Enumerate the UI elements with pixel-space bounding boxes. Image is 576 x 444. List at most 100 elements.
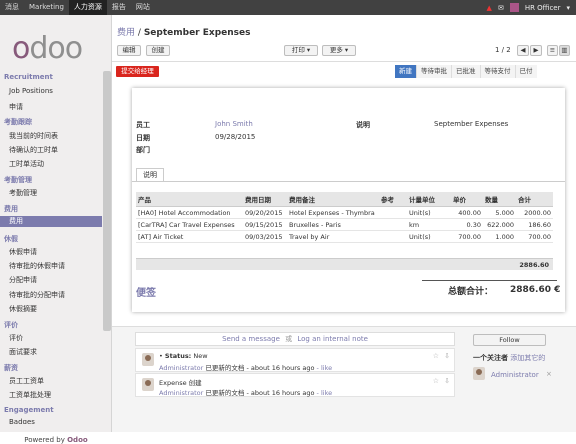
inbox-icon[interactable]: ⇩ xyxy=(444,377,450,385)
sidebar-item-expenses[interactable]: 费用 xyxy=(0,216,102,227)
menu-messages[interactable]: 消息 xyxy=(0,0,24,15)
author-link[interactable]: Administrator xyxy=(159,364,203,372)
section-appraisal: 评价 xyxy=(4,321,18,329)
print-button[interactable]: 打印 ▾ xyxy=(284,45,318,56)
inbox-icon[interactable]: ⇩ xyxy=(444,352,450,360)
add-followers-link[interactable]: 添加其它的 xyxy=(510,354,545,362)
sidebar-item-interview-requests[interactable]: 面试要求 xyxy=(9,347,37,357)
cell-date: 09/20/2015 xyxy=(243,206,287,219)
author-link[interactable]: Administrator xyxy=(159,389,203,397)
sidebar-item-timesheets-to-validate[interactable]: 待确认的工时单 xyxy=(9,145,58,155)
cell-note: Travel by Air xyxy=(287,230,379,243)
menu-hr[interactable]: 人力资源 xyxy=(68,0,107,15)
date-field[interactable]: 09/28/2015 xyxy=(215,133,255,141)
form-view-button[interactable]: ▥ xyxy=(559,45,570,56)
log-note-link[interactable]: Log an internal note xyxy=(297,335,368,343)
sidebar: odoo Recruitment Job Positions 申请 考勤跟踪 我… xyxy=(0,15,112,444)
follower-name[interactable]: Administrator xyxy=(491,371,539,379)
section-leaves: 休假 xyxy=(4,235,18,243)
cell-unit-price: 400.00 xyxy=(451,206,483,219)
sidebar-item-payslip-batches[interactable]: 工资单批处理 xyxy=(9,390,51,400)
message-meta: Administrator 已更新的文档 - about 16 hours ag… xyxy=(159,362,332,372)
create-button[interactable]: 创建 xyxy=(146,45,170,56)
chevron-down-icon: ▾ xyxy=(566,3,570,12)
sidebar-item-leaves-to-approve[interactable]: 待审批的休假申请 xyxy=(9,261,65,271)
section-expenses: 费用 xyxy=(4,205,18,213)
sidebar-item-leave-requests[interactable]: 休假申请 xyxy=(9,247,37,257)
sidebar-item-leaves-summary[interactable]: 休假摘要 xyxy=(9,304,37,314)
follow-button[interactable]: Follow xyxy=(473,334,546,346)
author-avatar[interactable] xyxy=(142,378,154,391)
table-row[interactable]: [CarTRA] Car Travel Expenses 09/15/2015 … xyxy=(136,218,553,231)
col-unit-price: 单价 xyxy=(451,192,483,207)
chat-icon[interactable]: ✉ xyxy=(498,4,504,12)
table-row[interactable]: [AT] Air Ticket 09/03/2015 Travel by Air… xyxy=(136,230,553,243)
section-attendance: 考勤管理 xyxy=(4,176,32,184)
cell-uom: Unit(s) xyxy=(407,230,451,243)
col-reference: 参考 xyxy=(379,192,407,207)
more-button[interactable]: 更多 ▾ xyxy=(322,45,356,56)
sidebar-item-applications[interactable]: 申请 xyxy=(9,102,23,112)
employee-field[interactable]: John Smith xyxy=(215,120,253,128)
list-view-button[interactable]: ≡ xyxy=(547,45,558,56)
star-icon[interactable]: ☆ xyxy=(433,352,439,360)
notes-field[interactable]: 便签 xyxy=(136,284,156,299)
cell-reference xyxy=(379,206,407,219)
menu-website[interactable]: 网站 xyxy=(131,0,155,15)
user-name[interactable]: HR Officer xyxy=(525,4,561,12)
col-product: 产品 xyxy=(136,192,243,207)
user-avatar[interactable] xyxy=(509,3,519,12)
table-row[interactable]: [HA0] Hotel Accommodation 09/20/2015 Hot… xyxy=(136,206,553,219)
alert-icon[interactable]: ▲ xyxy=(487,4,492,12)
status-label: Status: xyxy=(164,352,192,360)
remove-follower-icon[interactable]: × xyxy=(546,370,552,378)
sidebar-item-allocation-requests[interactable]: 分配申请 xyxy=(9,275,37,285)
author-avatar[interactable] xyxy=(142,353,154,366)
cell-date: 09/03/2015 xyxy=(243,230,287,243)
sidebar-item-job-positions[interactable]: Job Positions xyxy=(9,87,53,95)
form-sheet: 员工 John Smith 说明 September Expenses 日期 0… xyxy=(132,88,565,312)
lines-subtotal-bar: 2886.60 xyxy=(136,258,553,270)
message-status-line: • Status: New xyxy=(159,352,208,360)
like-link[interactable]: - like xyxy=(317,364,333,372)
message-time: - about 16 hours ago xyxy=(246,389,315,397)
menu-marketing[interactable]: Marketing xyxy=(24,0,69,15)
department-label: 部门 xyxy=(136,146,150,154)
stage-to-approve[interactable]: 等待审批 xyxy=(416,65,451,78)
star-icon[interactable]: ☆ xyxy=(433,377,439,385)
message-action: 已更新的文档 xyxy=(205,389,245,397)
submit-to-manager-button[interactable]: 提交给经理 xyxy=(116,66,159,77)
tab-description[interactable]: 说明 xyxy=(136,168,164,182)
menu-reporting[interactable]: 报告 xyxy=(107,0,131,15)
odoo-logo[interactable]: odoo xyxy=(12,31,83,66)
top-menu-bar: 消息 Marketing 人力资源 报告 网站 ▲ ✉ HR Officer ▾ xyxy=(0,0,576,15)
edit-button[interactable]: 编辑 xyxy=(117,45,141,56)
stage-approved[interactable]: 已批准 xyxy=(451,65,480,78)
total-amount: 2886.60 € xyxy=(510,285,561,295)
section-payroll: 薪资 xyxy=(4,364,18,372)
like-link[interactable]: - like xyxy=(317,389,333,397)
sidebar-item-appraisal[interactable]: 评价 xyxy=(9,333,23,343)
sidebar-item-attendance[interactable]: 考勤管理 xyxy=(9,188,37,198)
date-label: 日期 xyxy=(136,134,150,142)
sidebar-scrollbar[interactable] xyxy=(103,71,111,331)
previous-record-button[interactable]: ◀ xyxy=(517,45,529,56)
sidebar-item-allocations-to-approve[interactable]: 待审批的分配申请 xyxy=(9,290,65,300)
message-item: • Status: New Administrator 已更新的文档 - abo… xyxy=(135,348,455,372)
follower-avatar[interactable] xyxy=(473,367,485,380)
sidebar-item-my-timesheet[interactable]: 我当前的时间表 xyxy=(9,131,58,141)
stage-waiting-payment[interactable]: 等待支付 xyxy=(479,65,515,78)
description-field[interactable]: September Expenses xyxy=(434,120,508,128)
next-record-button[interactable]: ▶ xyxy=(530,45,542,56)
stage-paid[interactable]: 已付 xyxy=(514,65,537,78)
breadcrumb-separator: / xyxy=(137,28,141,38)
send-message-link[interactable]: Send a message xyxy=(222,335,280,343)
sidebar-item-badges[interactable]: Badges xyxy=(9,418,35,424)
sidebar-item-timesheet-activities[interactable]: 工时单活动 xyxy=(9,159,44,169)
cell-reference xyxy=(379,218,407,231)
breadcrumb-parent[interactable]: 费用 xyxy=(117,28,135,38)
tab-divider xyxy=(132,181,565,182)
message-item: Expense 创建 Administrator 已更新的文档 - about … xyxy=(135,373,455,397)
stage-new[interactable]: 新建 xyxy=(395,65,416,78)
sidebar-item-payslips[interactable]: 员工工资单 xyxy=(9,376,44,386)
